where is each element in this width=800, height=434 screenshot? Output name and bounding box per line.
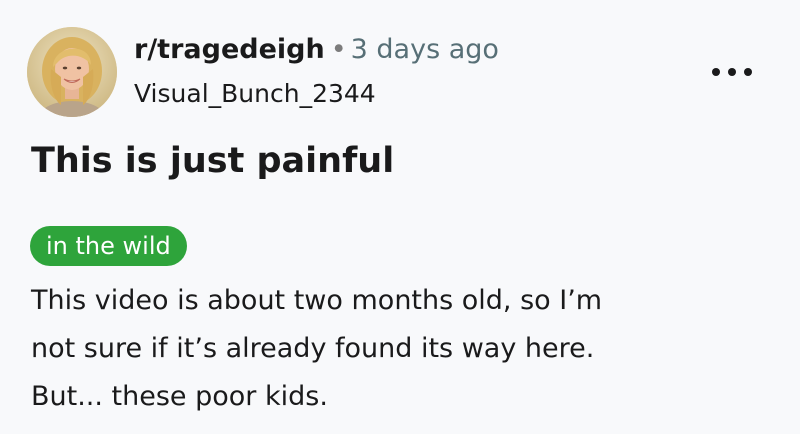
user-avatar[interactable] bbox=[27, 27, 117, 117]
separator-dot: • bbox=[330, 34, 347, 65]
post-timestamp: 3 days ago bbox=[350, 34, 499, 65]
post-title[interactable]: This is just painful bbox=[31, 136, 394, 186]
body-line: But... these poor kids. bbox=[31, 381, 328, 412]
body-line: This video is about two months old, so I… bbox=[31, 285, 603, 316]
post-body: This video is about two months old, so I… bbox=[31, 277, 781, 421]
post-card: r/tragedeigh • 3 days ago Visual_Bunch_234… bbox=[0, 0, 800, 434]
author-username[interactable]: Visual_Bunch_2344 bbox=[134, 76, 376, 112]
avatar-image bbox=[27, 27, 117, 117]
post-meta: r/tragedeigh • 3 days ago bbox=[134, 30, 499, 70]
post-flair[interactable]: in the wild bbox=[30, 226, 187, 266]
more-dot bbox=[712, 68, 720, 76]
subreddit-link[interactable]: r/tragedeigh bbox=[134, 34, 325, 65]
more-dot bbox=[728, 68, 736, 76]
body-line: not sure if it’s already found its way h… bbox=[31, 333, 595, 364]
more-options-icon[interactable] bbox=[712, 62, 752, 82]
more-dot bbox=[744, 68, 752, 76]
